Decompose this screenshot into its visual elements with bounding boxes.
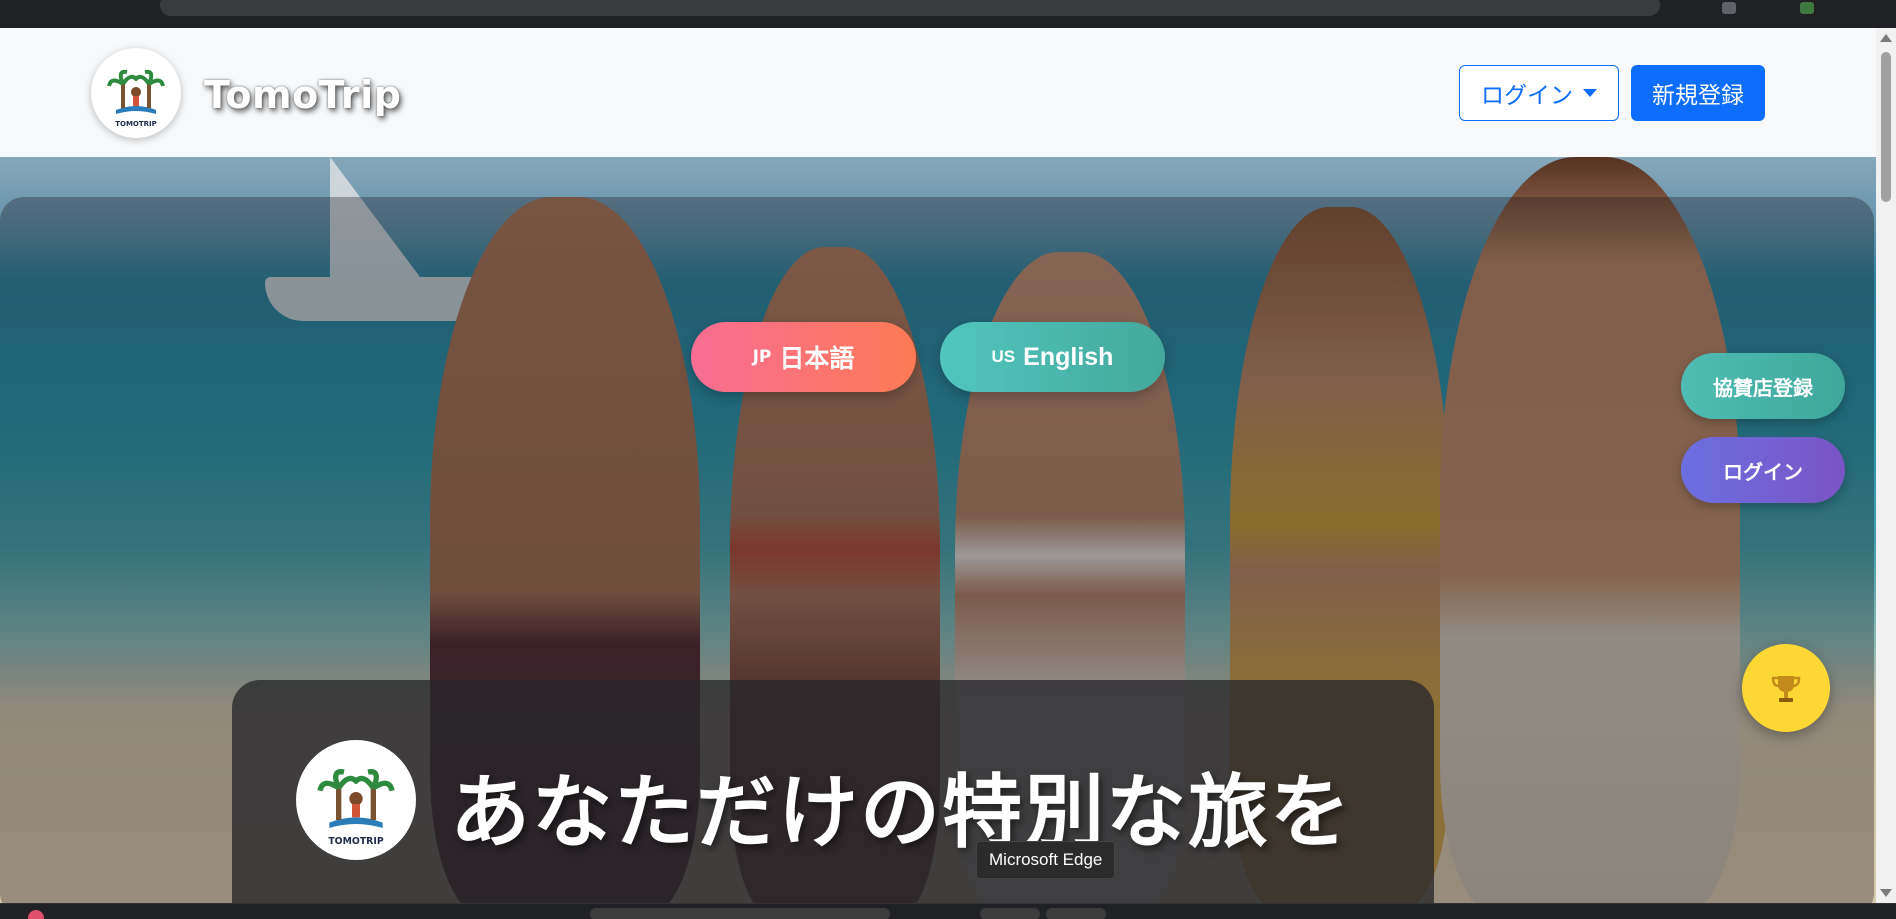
taskbar-app-icon[interactable]	[1046, 908, 1106, 919]
browser-toolbar	[0, 0, 1896, 28]
site-logo[interactable]: TOMOTRIP	[91, 48, 181, 138]
site-header: TOMOTRIP TomoTrip ログイン 新規登録	[0, 28, 1876, 157]
sponsor-register-button[interactable]: 協賛店登録	[1681, 353, 1845, 419]
caret-down-icon	[1583, 89, 1597, 97]
logo-wordmark: TOMOTRIP	[328, 836, 384, 847]
taskbar-app-icon[interactable]	[980, 908, 1040, 919]
scroll-up-arrow-icon[interactable]	[1880, 34, 1892, 42]
scroll-down-arrow-icon[interactable]	[1880, 889, 1892, 897]
logo-wordmark: TOMOTRIP	[115, 120, 157, 128]
language-japanese-button[interactable]: JP 日本語	[691, 322, 916, 392]
scrollbar-thumb[interactable]	[1881, 52, 1891, 202]
register-button[interactable]: 新規登録	[1631, 65, 1765, 121]
trophy-button[interactable]	[1742, 644, 1830, 732]
login-label: ログイン	[1481, 83, 1573, 109]
us-flag-icon: US	[991, 347, 1016, 366]
palm-logo-icon: TOMOTRIP	[96, 53, 176, 133]
card-logo: TOMOTRIP	[296, 740, 416, 860]
hero-section: JP 日本語 US English 協賛店登録 ログイン TOMOTRIP あな…	[0, 157, 1876, 903]
hero-title-card: TOMOTRIP あなただけの特別な旅を	[232, 680, 1434, 903]
address-bar[interactable]	[160, 0, 1660, 16]
extension-icon[interactable]	[1722, 2, 1736, 14]
page-scrollbar[interactable]	[1876, 28, 1896, 903]
language-english-button[interactable]: US English	[940, 322, 1165, 392]
language-japanese-label: 日本語	[779, 344, 855, 373]
taskbar-app-icon[interactable]	[28, 910, 44, 919]
taskbar-app-icon[interactable]	[590, 908, 890, 919]
login-dropdown-button[interactable]: ログイン	[1459, 65, 1619, 121]
trophy-icon	[1771, 676, 1801, 702]
language-english-label: English	[1023, 342, 1114, 371]
hero-title: あなただけの特別な旅を	[450, 766, 1352, 859]
os-taskbar	[0, 903, 1896, 919]
profile-icon[interactable]	[1800, 2, 1814, 14]
side-login-button[interactable]: ログイン	[1681, 437, 1845, 503]
page-viewport: TOMOTRIP TomoTrip ログイン 新規登録 JP 日本語 US En…	[0, 28, 1876, 903]
jp-flag-icon: JP	[752, 347, 772, 367]
taskbar-tooltip: Microsoft Edge	[976, 841, 1116, 879]
brand-name[interactable]: TomoTrip	[204, 73, 401, 117]
palm-logo-icon: TOMOTRIP	[302, 746, 410, 854]
